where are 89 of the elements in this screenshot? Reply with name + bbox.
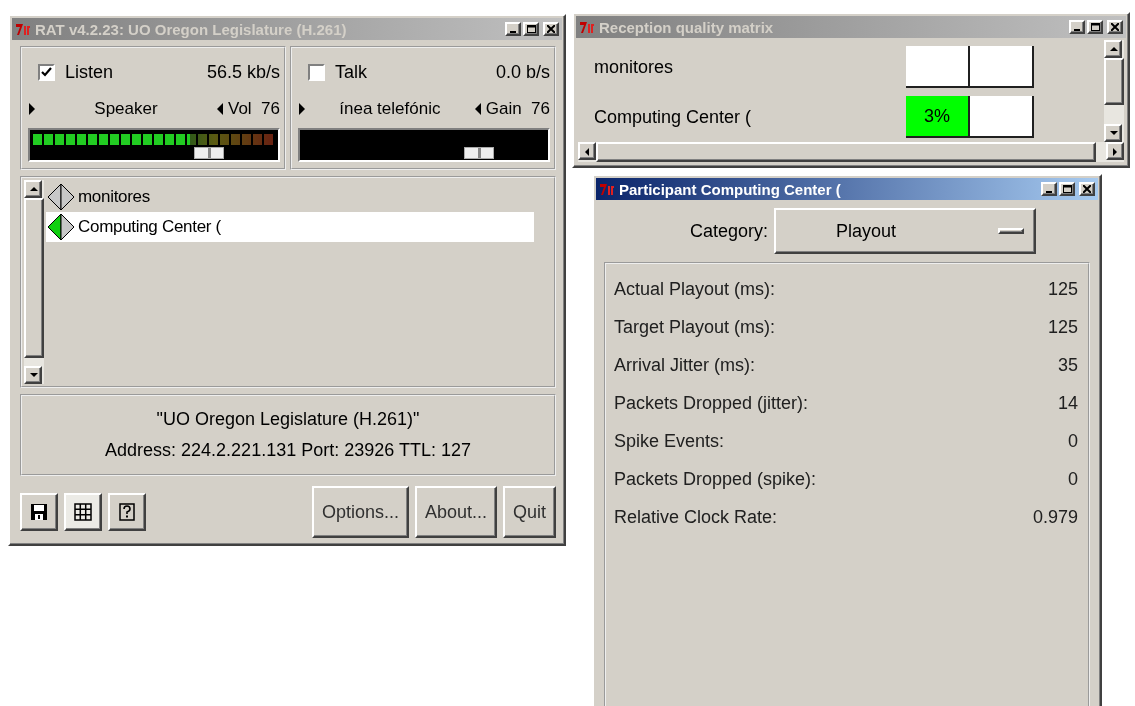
close-icon [547,25,555,33]
app-logo-icon [599,182,615,196]
stat-label: Spike Events: [614,430,725,452]
scrollbar[interactable] [1104,40,1124,142]
arrow-right-icon[interactable] [28,103,36,115]
scroll-right-button[interactable] [1106,142,1124,160]
checkbox[interactable] [38,63,55,81]
maximize-icon [1090,23,1100,31]
participant-name: monitores [78,187,150,207]
checkbox-label[interactable]: Talk [335,61,367,83]
dropdown-indicator-icon [998,228,1024,234]
maximize-button[interactable] [1087,20,1103,34]
arrow-down-icon [1108,128,1118,138]
minimize-icon [510,31,516,33]
scrollbar[interactable] [24,180,44,384]
arrow-down-icon [28,370,38,380]
stat-value: 125 [1047,316,1078,338]
participant-name: monitores [594,55,675,79]
session-address: Address: 224.2.221.131 Port: 23926 TTL: 127 [105,440,471,461]
bitrate-text: 0.0 b/s [495,61,550,83]
stat-label: Target Playout (ms): [614,316,776,338]
stat-label: Arrival Jitter (ms): [614,354,755,376]
category-label: Category: [688,220,768,242]
participant-name: Computing Center ( [78,217,221,237]
session-name: "UO Oregon Legislature (H.261)" [156,409,420,430]
window-title: Participant Computing Center ( [619,180,842,198]
stat-label: Actual Playout (ms): [614,278,776,300]
app-logo-icon [579,20,595,34]
maximize-icon [1062,185,1072,193]
stat-label: Relative Clock Rate: [614,506,778,528]
arrow-left-icon[interactable] [216,103,224,115]
arrow-left-icon[interactable] [473,103,482,115]
stat-value: 35 [1057,354,1078,376]
slider-thumb[interactable] [194,147,225,159]
scroll-up-button[interactable] [1104,40,1122,58]
minimize-button[interactable] [1041,182,1057,196]
close-icon [1111,23,1119,31]
scroll-left-button[interactable] [578,142,596,160]
arrow-up-icon [28,184,38,194]
stat-value: 0 [1068,430,1078,452]
checkbox-label[interactable]: Listen [65,61,114,83]
checkbox[interactable] [308,63,325,81]
window-title: Reception quality matrix [599,18,775,36]
minimize-icon [1074,29,1080,31]
help-icon [118,503,136,521]
stat-value: 14 [1057,392,1078,414]
scroll-up-button[interactable] [24,180,42,198]
app-logo-icon [15,22,31,36]
control-label: Vol 76 [228,99,280,119]
scroll-down-button[interactable] [24,366,42,384]
close-button[interactable] [543,22,559,36]
stat-label: Packets Dropped (jitter): [614,392,809,414]
grid-button[interactable] [64,493,102,531]
text-button[interactable]: Quit [503,486,556,538]
text-button[interactable]: Options... [311,486,409,538]
minimize-button[interactable] [1069,20,1085,34]
check-icon [41,67,52,77]
minimize-icon [1046,191,1052,193]
control-label: Gain 76 [485,99,550,119]
participant-row[interactable]: monitores [46,182,534,212]
bitrate-text: 56.5 kb/s [206,61,280,83]
stat-label: Packets Dropped (spike): [614,468,817,490]
scroll-thumb[interactable] [24,198,44,358]
grid-icon [74,503,92,521]
close-button[interactable] [1107,20,1123,34]
help-button[interactable] [108,493,146,531]
category-dropdown[interactable]: Playout [774,208,1036,254]
slider-thumb[interactable] [464,147,495,159]
maximize-button[interactable] [523,22,539,36]
scroll-thumb[interactable] [1104,58,1124,106]
close-button[interactable] [1079,182,1095,196]
device-name: Speaker [93,99,159,119]
minimize-button[interactable] [505,22,521,36]
text-button[interactable]: About... [414,486,497,538]
matrix-cell: 3% [906,96,970,138]
maximize-icon [526,25,536,33]
close-icon [1083,185,1091,193]
stat-value: 0.979 [1032,506,1078,528]
arrow-up-icon [1108,44,1118,54]
device-name: ínea telefónic [338,99,442,119]
arrow-right-icon[interactable] [298,103,306,115]
stat-value: 125 [1047,278,1078,300]
maximize-button[interactable] [1059,182,1075,196]
scroll-down-button[interactable] [1104,124,1122,142]
stat-value: 0 [1068,468,1078,490]
arrow-right-icon [1110,146,1120,156]
participant-row[interactable]: Computing Center ( [46,212,534,242]
participant-name: Computing Center ( [594,105,753,129]
save-button[interactable] [20,493,58,531]
